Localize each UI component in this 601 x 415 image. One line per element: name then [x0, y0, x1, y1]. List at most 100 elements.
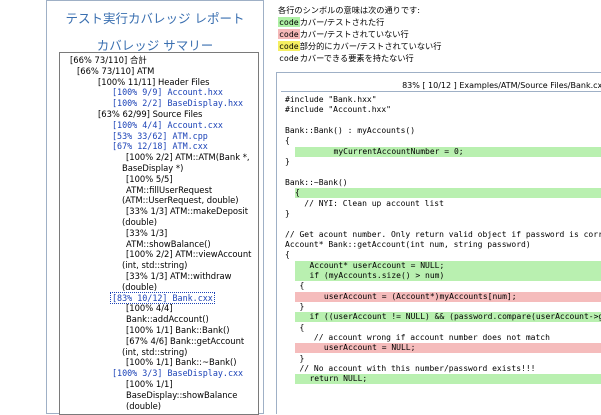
code-line: { [285, 322, 305, 332]
legend-item: codeカバー/テストされた行 [278, 16, 601, 28]
tree-item-label: (int, std::string) [122, 346, 188, 357]
coverage-tree: [66% 73/110] 合計 [66% 73/110] ATM [100% 11/… [59, 52, 259, 415]
code-line: // account wrong if account number does … [285, 333, 550, 343]
tree-file-link[interactable]: [83% 10/12] Bank.cxx [110, 291, 215, 304]
code-line: userAccount = (Account*)myAccounts[num]; [295, 291, 601, 302]
code-line: // No account with this number/password … [285, 364, 536, 374]
code-line: } [285, 208, 290, 218]
source-code-panel: 83% [ 10/12 ] Examples/ATM/Source Files/… [276, 72, 601, 414]
tree-item-label: [100% 3/3] BaseDisplay.cxx [112, 368, 244, 379]
tree-item-label: BaseDisplay *) [122, 163, 184, 173]
code-line: Account* userAccount = NULL; [295, 260, 601, 271]
code-line: // NYI: Clean up account list [285, 198, 444, 208]
tree-item-label: [33% 1/3] ATM::withdraw [126, 271, 232, 281]
tree-item-label: [100% 2/2] ATM::ATM(Bank *, [126, 152, 250, 163]
tree-file-link[interactable]: [67% 12/18] ATM.cxx [112, 141, 208, 152]
code-line: Account* Bank::getAccount(int num, strin… [285, 239, 531, 249]
tree-item-label: (double) [122, 217, 158, 227]
tree-item: [100% 2/2] ATM::viewAccount [126, 249, 251, 260]
tree-item-label: (double) [122, 281, 158, 292]
legend-swatch: code [278, 41, 300, 51]
tree-item-label: [100% 2/2] ATM::viewAccount [126, 249, 252, 260]
tree-item: [100% 2/2] ATM::ATM(Bank *, [126, 152, 250, 163]
tree-item: ATM::showBalance() [126, 239, 211, 250]
tree-item-label: ATM::showBalance() [126, 238, 211, 249]
tree-item: Bank::addAccount() [126, 314, 209, 325]
tree-item: [33% 1/3] ATM::withdraw [126, 271, 232, 282]
tree-item-label: [63% 62/99] Source Files [98, 109, 203, 119]
tree-item: [100% 1/1] Bank::Bank() [126, 325, 230, 336]
code-line: { [285, 281, 305, 291]
tree-item: [66% 73/110] 合計 [70, 55, 147, 66]
code-line: } [285, 353, 305, 363]
code-line: { [285, 250, 290, 260]
tree-item: (int, std::string) [122, 347, 187, 358]
legend-swatch: code [278, 53, 300, 63]
tree-item: [33% 1/3] ATM::makeDeposit [126, 206, 248, 217]
tree-item-label: [67% 4/6] Bank::getAccount [126, 335, 245, 346]
tree-item-label: [53% 33/62] ATM.cpp [112, 130, 208, 141]
tree-item-label: [100% 4/4] Account.cxx [112, 119, 223, 130]
tree-item: (double) [122, 217, 157, 228]
tree-item-label: [100% 1/1] Bank::~Bank() [126, 357, 237, 368]
tree-item-label: (double) [126, 400, 162, 411]
tree-file-link[interactable]: [100% 2/2] BaseDisplay.hxx [112, 98, 243, 109]
code-line: return NULL; [295, 374, 601, 385]
tree-file-link[interactable]: [53% 33/62] ATM.cpp [112, 131, 208, 142]
code-line: userAccount = NULL; [295, 343, 601, 354]
code-file-header: 83% [ 10/12 ] Examples/ATM/Source Files/… [402, 81, 601, 90]
tree-item: BaseDisplay::showBalance [126, 390, 237, 401]
header-divider [281, 91, 601, 92]
tree-item: [100% 11/11] Header Files [98, 77, 209, 88]
tree-item-label: (int, std::string) [122, 260, 188, 271]
tree-item: [67% 4/6] Bank::getAccount [126, 336, 244, 347]
code-line: if (myAccounts.size() > num) [295, 270, 601, 281]
legend: 各行のシンボルの意味は次の通りです: codeカバー/テストされた行 codeカバ… [278, 4, 601, 64]
tree-item: [63% 62/99] Source Files [98, 109, 202, 120]
legend-item: code部分的にカバー/テストされていない行 [278, 40, 601, 52]
tree-item-label: BaseDisplay::showBalance [126, 389, 238, 400]
tree-item-label: [100% 1/1] [126, 379, 173, 389]
tree-item-label: [33% 1/3] ATM::makeDeposit [126, 206, 249, 217]
tree-item-label: [83% 10/12] Bank.cxx [110, 291, 215, 304]
code-line: { [295, 188, 601, 199]
code-line: if ((userAccount != NULL) && (password.c… [295, 312, 601, 323]
code-line: Bank::~Bank() [285, 177, 348, 187]
tree-item: [33% 1/3] [126, 228, 167, 239]
tree-file-link[interactable]: [100% 4/4] Account.cxx [112, 120, 223, 131]
tree-item-label: [66% 73/110] ATM [77, 65, 155, 76]
tree-file-link[interactable]: [100% 9/9] Account.hxx [112, 87, 223, 98]
tree-item: (int, std::string) [122, 260, 187, 271]
tree-item-label: [100% 1/1] Bank::Bank() [126, 325, 230, 335]
legend-text: カバー/テストされた行 [299, 17, 385, 27]
tree-item: BaseDisplay *) [122, 163, 183, 174]
tree-item: [66% 73/110] ATM [77, 66, 154, 77]
tree-file-link[interactable]: [100% 3/3] BaseDisplay.cxx [112, 368, 243, 379]
tree-item-label: [66% 73/110] 合計 [70, 55, 147, 65]
tree-item: (double) [126, 401, 161, 412]
code-line: } [285, 302, 305, 311]
tree-item-label: [33% 1/3] [126, 227, 168, 238]
tree-item-label: [100% 9/9] Account.hxx [112, 87, 223, 98]
code-line: #include "Bank.hxx" [285, 95, 377, 104]
legend-swatch: code [278, 29, 300, 39]
tree-item: [100% 1/1] [126, 379, 173, 390]
tree-item-label: [100% 5/5] [126, 173, 173, 184]
code-line: Bank::Bank() : myAccounts() [285, 126, 416, 136]
tree-item-label: Bank::addAccount() [126, 314, 209, 325]
tree-item: [100% 4/4] [126, 303, 173, 314]
code-line: #include "Account.hxx" [285, 105, 391, 115]
code-line: } [285, 157, 290, 167]
tree-item-label: (ATM::UserRequest, double) [122, 195, 239, 206]
coverage-summary-panel: テスト実行カバレッジ レポート カバレッジ サマリー [66% 73/110] … [46, 0, 264, 415]
code-line: // Get acount number. Only return valid … [285, 229, 601, 239]
tree-item: (ATM::UserRequest, double) [122, 195, 239, 206]
tree-item: (double) [122, 282, 157, 293]
legend-text: 部分的にカバー/テストされていない行 [299, 41, 442, 51]
tree-item-label: ATM::fillUserRequest [126, 184, 213, 195]
tree-item-label: [100% 2/2] BaseDisplay.hxx [112, 98, 244, 109]
legend-item: codeカバー/テストされていない行 [278, 28, 601, 40]
legend-text: カバー/テストされていない行 [299, 29, 409, 39]
legend-swatch: code [278, 17, 300, 27]
legend-intro: 各行のシンボルの意味は次の通りです: [278, 5, 420, 15]
